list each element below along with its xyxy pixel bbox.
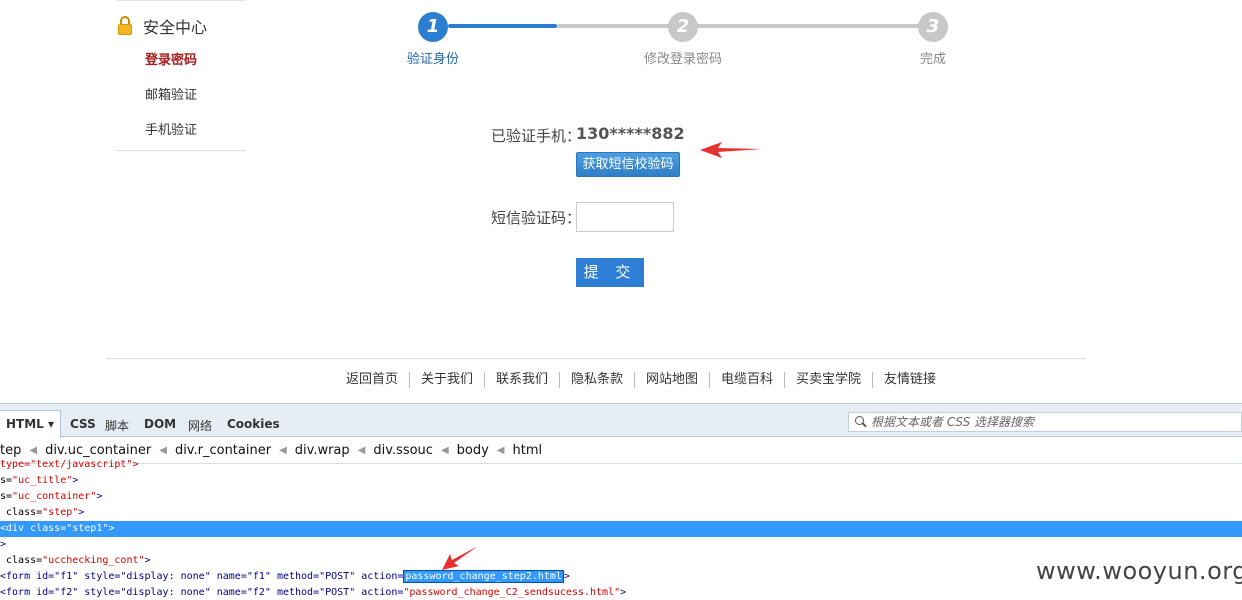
code-line[interactable]: > — [0, 537, 1242, 553]
tab-cookies[interactable]: Cookies — [227, 417, 280, 431]
chevron-left-icon: ◀ — [357, 445, 366, 456]
sms-code-input[interactable] — [576, 202, 674, 232]
sidebar: 安全中心 登录密码 邮箱验证 手机验证 — [116, 0, 246, 151]
tab-css[interactable]: CSS — [70, 417, 96, 431]
verified-phone-label: 已验证手机： — [491, 127, 582, 145]
progress-steps: 1 验证身份 2 修改登录密码 3 完成 — [380, 0, 980, 80]
action-value-editor[interactable]: password_change_step2.html — [403, 570, 564, 583]
sidebar-header: 安全中心 — [116, 13, 207, 39]
footer-link-sitemap[interactable]: 网站地图 — [634, 372, 709, 388]
footer-link-contact[interactable]: 联系我们 — [483, 372, 559, 388]
app-root: 安全中心 登录密码 邮箱验证 手机验证 1 验证身份 2 修改登录密码 3 完成… — [0, 0, 1242, 600]
sidebar-item-email-verify[interactable]: 邮箱验证 — [145, 84, 197, 103]
chevron-left-icon: ◀ — [496, 445, 505, 456]
footer-links: 返回首页 关于我们 联系我们 隐私条款 网站地图 电缆百科 买卖宝学院 友情链接 — [0, 372, 1242, 388]
watermark: www.wooyun.org — [1036, 557, 1242, 585]
code-line[interactable]: <form id="f2" style="display: none" name… — [0, 585, 1242, 600]
step-2-circle: 2 — [668, 12, 698, 42]
code-line-selected[interactable]: <div class="step1"> — [0, 521, 1242, 537]
crumb-ssouc[interactable]: div.ssouc — [373, 443, 433, 458]
step-1-label: 验证身份 — [406, 52, 460, 67]
crumb-html[interactable]: html — [513, 443, 543, 458]
sidebar-item-login-password[interactable]: 登录密码 — [145, 49, 197, 68]
chevron-left-icon: ◀ — [29, 445, 38, 456]
sidebar-title: 安全中心 — [143, 18, 208, 37]
tab-html[interactable]: HTML ▾ — [0, 410, 62, 438]
tab-script[interactable]: 脚本 — [105, 417, 129, 434]
chevron-left-icon: ◀ — [279, 445, 287, 456]
step-line-pending — [557, 24, 929, 28]
crumb-wrap[interactable]: div.wrap — [295, 443, 350, 458]
code-line[interactable]: type="text/javascript"> — [0, 457, 1242, 473]
get-sms-code-button[interactable]: 获取短信校验码 — [576, 152, 680, 177]
code-line[interactable]: s="uc_container"> — [0, 489, 1242, 505]
search-icon — [855, 416, 864, 425]
footer-link-privacy[interactable]: 隐私条款 — [558, 372, 634, 388]
submit-button[interactable]: 提 交 — [576, 258, 644, 287]
footer-link-about[interactable]: 关于我们 — [408, 372, 484, 388]
footer-link-academy[interactable]: 买卖宝学院 — [784, 372, 872, 388]
verified-phone-value: 130*****882 — [576, 124, 685, 143]
devtools-search-input[interactable]: 根据文本或者 CSS 选择器搜索 — [848, 412, 1242, 432]
sidebar-item-phone-verify[interactable]: 手机验证 — [145, 119, 197, 138]
step-1-circle: 1 — [418, 12, 448, 42]
step-3-label: 完成 — [919, 52, 947, 67]
crumb-r-container[interactable]: div.r_container — [175, 443, 271, 458]
devtools-tabbar: HTML ▾ CSS 脚本 DOM 网络 Cookies 根据文本或者 CSS … — [0, 404, 1242, 438]
annotation-arrow-icon — [700, 142, 762, 158]
tab-dom[interactable]: DOM — [144, 417, 176, 431]
footer-link-cable-wiki[interactable]: 电缆百科 — [709, 372, 784, 388]
code-line[interactable]: class="step"> — [0, 505, 1242, 521]
annotation-arrow-icon — [442, 546, 478, 570]
step-line-done — [448, 24, 557, 28]
crumb-body[interactable]: body — [457, 443, 489, 458]
crumb-step[interactable]: tep — [0, 443, 21, 458]
lock-icon — [116, 15, 134, 37]
devtools-search-placeholder: 根据文本或者 CSS 选择器搜索 — [871, 415, 1035, 429]
footer-divider — [106, 358, 1086, 359]
footer-link-home[interactable]: 返回首页 — [335, 372, 409, 388]
chevron-left-icon: ◀ — [159, 445, 167, 456]
step-2-label: 修改登录密码 — [643, 52, 723, 67]
footer-link-friend-links[interactable]: 友情链接 — [872, 372, 947, 388]
sms-code-label: 短信验证码： — [491, 209, 582, 227]
chevron-left-icon: ◀ — [440, 445, 449, 456]
code-line[interactable]: s="uc_title"> — [0, 473, 1242, 489]
step-3-circle: 3 — [918, 12, 948, 42]
tab-network[interactable]: 网络 — [188, 417, 212, 434]
crumb-uc-container[interactable]: div.uc_container — [45, 443, 151, 458]
